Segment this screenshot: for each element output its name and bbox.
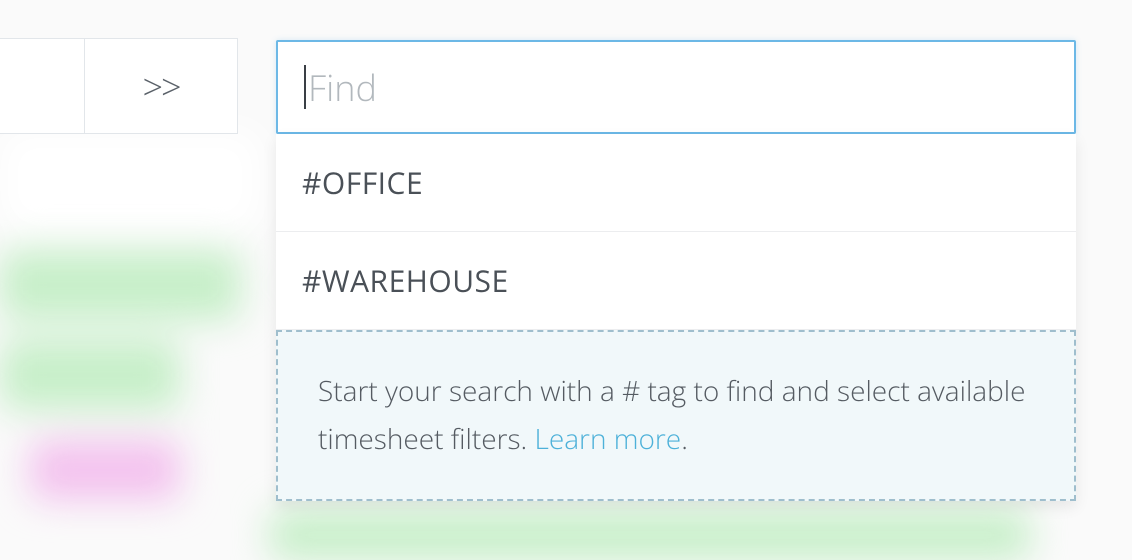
nav-buttons: >> [0,38,238,134]
search-container: Find #OFFICE #WAREHOUSE Start your searc… [276,40,1076,501]
text-cursor [304,65,306,109]
suggestion-item[interactable]: #OFFICE [276,134,1076,232]
forward-icon: >> [142,62,179,111]
learn-more-link[interactable]: Learn more [534,420,681,458]
nav-forward-button[interactable]: >> [84,38,238,134]
search-dropdown: #OFFICE #WAREHOUSE Start your search wit… [276,134,1076,501]
suggestion-item[interactable]: #WAREHOUSE [276,232,1076,330]
search-hint: Start your search with a # tag to find a… [276,330,1076,501]
hint-text-suffix: . [681,420,688,458]
search-input[interactable]: Find [276,40,1076,134]
suggestion-label: #OFFICE [302,162,423,203]
search-placeholder: Find [308,63,377,112]
suggestion-label: #WAREHOUSE [302,260,509,301]
nav-prev-button[interactable] [0,38,84,134]
